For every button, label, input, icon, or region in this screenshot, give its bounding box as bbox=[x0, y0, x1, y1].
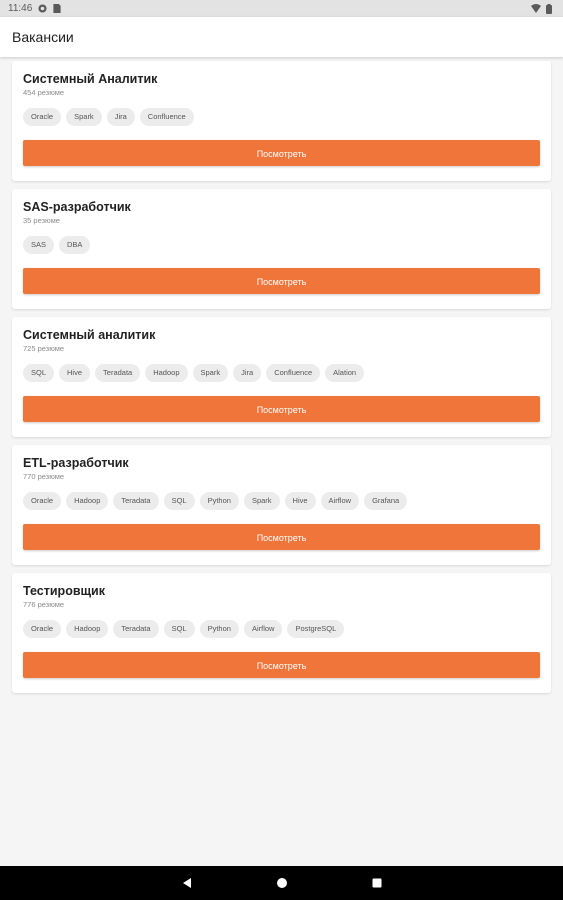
skill-tag: Spark bbox=[243, 492, 280, 510]
vacancy-title: Системный аналитик bbox=[23, 328, 156, 342]
view-button[interactable]: Посмотреть bbox=[23, 140, 540, 166]
sim-icon bbox=[53, 4, 62, 13]
skill-tag: Spark bbox=[192, 364, 229, 382]
skill-tag: Hadoop bbox=[145, 364, 188, 382]
resume-count: 776 резюме bbox=[23, 600, 65, 609]
skill-tag: Python bbox=[199, 620, 239, 638]
skill-tag: Python bbox=[199, 492, 239, 510]
skill-tags: SAS DBA bbox=[23, 236, 540, 254]
skill-tag: Oracle bbox=[23, 620, 62, 638]
skill-tag: SAS bbox=[23, 236, 55, 254]
vacancy-card: ETL-разработчик 770 резюме Oracle Hadoop Ter… bbox=[12, 445, 551, 565]
skill-tag: SQL bbox=[163, 620, 195, 638]
cloud-icon bbox=[38, 4, 47, 13]
skill-tags: Oracle Spark Jira Confluence bbox=[23, 108, 540, 126]
vacancy-list: Системный Аналитик 454 резюме Oracle Spark J… bbox=[12, 61, 551, 701]
skill-tag: Airflow bbox=[320, 492, 360, 510]
skill-tags: SQL Hive Teradata Hadoop Spark Jira Confluence… bbox=[23, 364, 540, 382]
vacancy-title: Системный Аналитик bbox=[23, 72, 158, 86]
navigation-bar bbox=[0, 866, 563, 900]
skill-tag: SQL bbox=[23, 364, 55, 382]
skill-tag: Teradata bbox=[113, 620, 159, 638]
status-bar: 11:46 bbox=[0, 0, 563, 17]
vacancy-card: Тестировщик 776 резюме Oracle Hadoop Teradat… bbox=[12, 573, 551, 693]
skill-tag: Teradata bbox=[113, 492, 159, 510]
back-icon[interactable] bbox=[177, 873, 197, 893]
skill-tags: Oracle Hadoop Teradata SQL Python Airflow Post… bbox=[23, 620, 540, 638]
skill-tag: Hive bbox=[284, 492, 316, 510]
vacancy-title: ETL-разработчик bbox=[23, 456, 129, 470]
wifi-icon bbox=[531, 4, 541, 13]
skill-tag: Grafana bbox=[364, 492, 408, 510]
skill-tag: Hadoop bbox=[66, 492, 109, 510]
skill-tag: Oracle bbox=[23, 492, 62, 510]
skill-tag: Spark bbox=[66, 108, 102, 126]
vacancy-title: Тестировщик bbox=[23, 584, 106, 598]
skill-tag: PostgreSQL bbox=[287, 620, 345, 638]
battery-icon bbox=[546, 4, 555, 14]
view-button[interactable]: Посмотреть bbox=[23, 652, 540, 678]
resume-count: 35 резюме bbox=[23, 216, 60, 225]
resume-count: 454 резюме bbox=[23, 88, 65, 97]
page-title: Вакансии bbox=[12, 29, 74, 45]
vacancy-card: SAS-разработчик 35 резюме SAS DBA Посмотреть bbox=[12, 189, 551, 309]
skill-tag: Hadoop bbox=[66, 620, 109, 638]
skill-tags: Oracle Hadoop Teradata SQL Python Spark Hive Ai… bbox=[23, 492, 540, 510]
vacancy-title: SAS-разработчик bbox=[23, 200, 131, 214]
skill-tag: Confluence bbox=[266, 364, 321, 382]
skill-tag: SQL bbox=[163, 492, 195, 510]
recents-icon[interactable] bbox=[367, 873, 387, 893]
home-icon[interactable] bbox=[272, 873, 292, 893]
view-button[interactable]: Посмотреть bbox=[23, 524, 540, 550]
skill-tag: Airflow bbox=[243, 620, 283, 638]
view-button[interactable]: Посмотреть bbox=[23, 268, 540, 294]
view-button[interactable]: Посмотреть bbox=[23, 396, 540, 422]
skill-tag: Hive bbox=[59, 364, 91, 382]
skill-tag: Alation bbox=[325, 364, 365, 382]
resume-count: 770 резюме bbox=[23, 472, 65, 481]
resume-count: 725 резюме bbox=[23, 344, 65, 353]
skill-tag: Teradata bbox=[95, 364, 141, 382]
skill-tag: DBA bbox=[59, 236, 91, 254]
app-bar: Вакансии bbox=[0, 17, 563, 57]
skill-tag: Jira bbox=[106, 108, 135, 126]
skill-tag: Confluence bbox=[139, 108, 194, 126]
vacancy-card: Системный аналитик 725 резюме SQL Hive Terad… bbox=[12, 317, 551, 437]
status-left: 11:46 bbox=[8, 3, 62, 14]
skill-tag: Jira bbox=[233, 364, 262, 382]
skill-tag: Oracle bbox=[23, 108, 62, 126]
vacancy-card: Системный Аналитик 454 резюме Oracle Spark J… bbox=[12, 61, 551, 181]
status-right bbox=[531, 4, 555, 14]
status-time: 11:46 bbox=[8, 3, 33, 14]
